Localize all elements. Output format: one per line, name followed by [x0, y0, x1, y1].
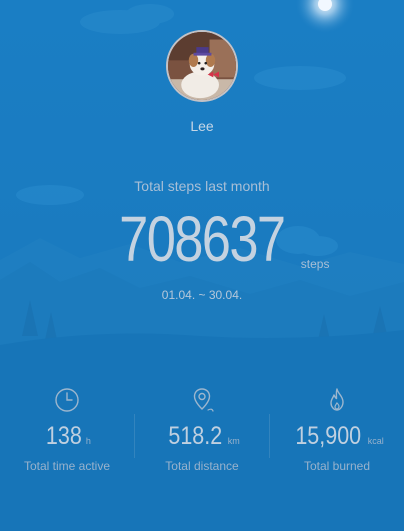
period-title: Total steps last month: [134, 178, 270, 194]
total-steps: 708637 steps: [0, 203, 404, 275]
dog-avatar-image: [168, 32, 236, 100]
stats-row: 138 h Total time active 518.2 km Total dis…: [0, 386, 404, 486]
steps-value: 708637: [119, 203, 286, 275]
clock-icon: [55, 388, 79, 412]
stat-value: 15,900: [295, 422, 362, 450]
stat-label: Total time active: [23, 459, 111, 473]
date-range: 01.04. ~ 30.04.: [161, 288, 243, 302]
stat-value: 518.2: [168, 422, 223, 450]
location-pin-icon: [193, 388, 214, 412]
stat-calories: 15,900 kcal Total burned: [270, 386, 404, 473]
monthly-summary-screen: Lee Total steps last month 708637 steps …: [0, 0, 404, 531]
stat-label: Total distance: [165, 459, 239, 473]
stat-label: Total burned: [303, 459, 371, 473]
flame-icon: [330, 388, 344, 411]
stat-unit: h: [85, 436, 91, 446]
user-name: Lee: [190, 118, 214, 134]
stat-value: 138: [46, 422, 82, 450]
stat-unit: kcal: [367, 436, 384, 446]
user-avatar[interactable]: [166, 30, 238, 102]
stat-distance: 518.2 km Total distance: [135, 386, 269, 473]
stat-unit: km: [227, 436, 240, 446]
stat-time-active: 138 h Total time active: [0, 386, 134, 473]
steps-unit: steps: [300, 257, 330, 271]
